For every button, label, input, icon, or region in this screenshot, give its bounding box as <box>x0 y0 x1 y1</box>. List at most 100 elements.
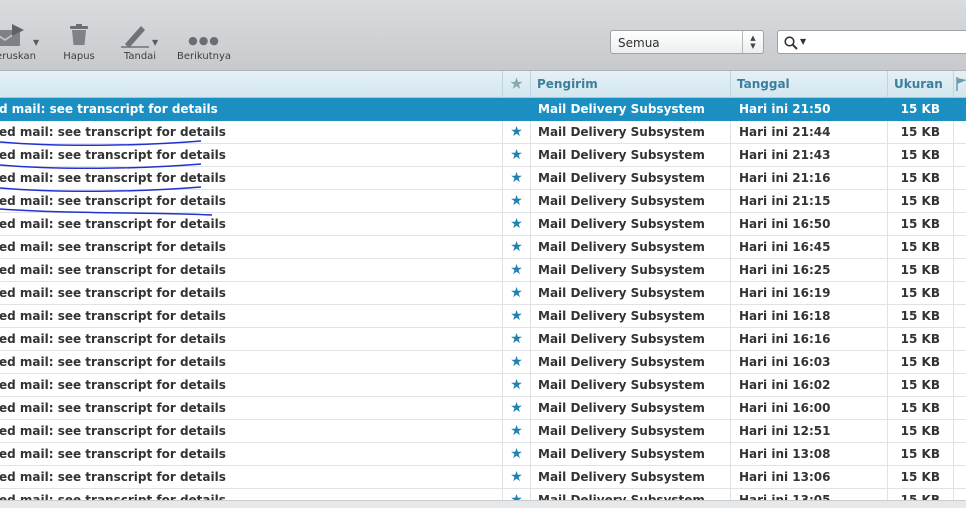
row-from: Mail Delivery Subsystem <box>530 98 730 120</box>
row-subject: ed mail: see transcript for details <box>0 217 226 231</box>
row-flag[interactable] <box>953 351 966 373</box>
table-row[interactable]: ed mail: see transcript for details ★ Mail… <box>0 167 966 190</box>
table-row[interactable]: ed mail: see transcript for details ★ Mail… <box>0 443 966 466</box>
row-date: Hari ini 16:00 <box>730 397 887 419</box>
row-flag[interactable] <box>953 282 966 304</box>
message-list-header: Pengirim Tanggal Ukuran <box>0 71 966 98</box>
filter-select[interactable]: Semua ▲ ▼ <box>610 30 764 54</box>
forward-label: eruskan <box>0 51 36 62</box>
envelope-forward-icon <box>0 24 24 46</box>
row-size: 15 KB <box>887 328 953 350</box>
forward-button[interactable]: ▼ eruskan <box>0 24 42 68</box>
row-flag[interactable] <box>953 144 966 166</box>
row-flag[interactable] <box>953 259 966 281</box>
column-size-header[interactable]: Ukuran <box>887 71 953 97</box>
star-icon[interactable]: ★ <box>502 236 530 258</box>
row-flag[interactable] <box>953 374 966 396</box>
star-icon[interactable]: ★ <box>502 121 530 143</box>
star-icon[interactable]: ★ <box>502 167 530 189</box>
star-icon[interactable]: ★ <box>502 443 530 465</box>
star-icon[interactable]: ★ <box>502 374 530 396</box>
row-from: Mail Delivery Subsystem <box>530 144 730 166</box>
star-icon[interactable]: ★ <box>502 190 530 212</box>
row-size: 15 KB <box>887 397 953 419</box>
star-icon[interactable]: ★ <box>502 466 530 488</box>
row-flag[interactable] <box>953 236 966 258</box>
row-flag[interactable] <box>953 328 966 350</box>
table-row[interactable]: ed mail: see transcript for details ★ Mail… <box>0 305 966 328</box>
star-icon[interactable]: ★ <box>502 420 530 442</box>
row-size: 15 KB <box>887 259 953 281</box>
row-size: 15 KB <box>887 351 953 373</box>
row-size: 15 KB <box>887 190 953 212</box>
search-input[interactable]: ▼ <box>777 30 966 54</box>
row-date: Hari ini 12:51 <box>730 420 887 442</box>
star-icon[interactable]: ★ <box>502 144 530 166</box>
table-row[interactable]: d mail: see transcript for details Mail D… <box>0 98 966 121</box>
trash-icon <box>70 24 88 45</box>
star-icon[interactable]: ★ <box>502 489 530 500</box>
star-icon[interactable]: ★ <box>502 259 530 281</box>
row-subject: ed mail: see transcript for details <box>0 493 226 500</box>
column-flag-header[interactable] <box>953 71 966 97</box>
row-subject: ed mail: see transcript for details <box>0 240 226 254</box>
row-subject: ed mail: see transcript for details <box>0 148 226 162</box>
row-subject: ed mail: see transcript for details <box>0 355 226 369</box>
select-arrows-icon: ▲ ▼ <box>742 31 763 53</box>
column-from-header[interactable]: Pengirim <box>530 71 730 97</box>
row-size: 15 KB <box>887 305 953 327</box>
delete-button[interactable]: Hapus <box>58 24 100 68</box>
filter-value: Semua <box>618 36 660 50</box>
table-row[interactable]: ed mail: see transcript for details ★ Mail… <box>0 328 966 351</box>
row-flag[interactable] <box>953 397 966 419</box>
star-icon[interactable]: ★ <box>502 213 530 235</box>
row-flag[interactable] <box>953 420 966 442</box>
table-row[interactable]: ed mail: see transcript for details ★ Mail… <box>0 420 966 443</box>
row-flag[interactable] <box>953 121 966 143</box>
row-date: Hari ini 13:08 <box>730 443 887 465</box>
table-row[interactable]: ed mail: see transcript for details ★ Mail… <box>0 466 966 489</box>
table-row[interactable]: ed mail: see transcript for details ★ Mail… <box>0 489 966 500</box>
row-subject: ed mail: see transcript for details <box>0 125 226 139</box>
row-flag[interactable] <box>953 98 966 120</box>
row-flag[interactable] <box>953 213 966 235</box>
table-row[interactable]: ed mail: see transcript for details ★ Mail… <box>0 259 966 282</box>
table-row[interactable]: ed mail: see transcript for details ★ Mail… <box>0 144 966 167</box>
chevron-down-icon: ▼ <box>33 38 40 47</box>
row-flag[interactable] <box>953 305 966 327</box>
table-row[interactable]: ed mail: see transcript for details ★ Mail… <box>0 236 966 259</box>
star-icon[interactable]: ★ <box>502 328 530 350</box>
row-flag[interactable] <box>953 167 966 189</box>
star-icon[interactable]: ★ <box>502 282 530 304</box>
table-row[interactable]: ed mail: see transcript for details ★ Mail… <box>0 190 966 213</box>
row-flag[interactable] <box>953 190 966 212</box>
flag-icon <box>956 77 966 91</box>
star-icon[interactable]: ★ <box>502 397 530 419</box>
toolbar: ▼ eruskan Hapus ▼ Tandai ●●● Berikutnya … <box>0 0 966 71</box>
row-from: Mail Delivery Subsystem <box>530 213 730 235</box>
more-label: Berikutnya <box>176 51 232 62</box>
column-star-header[interactable] <box>502 71 530 97</box>
table-row[interactable]: ed mail: see transcript for details ★ Mail… <box>0 282 966 305</box>
row-flag[interactable] <box>953 466 966 488</box>
column-date-header[interactable]: Tanggal <box>730 71 887 97</box>
row-flag[interactable] <box>953 489 966 500</box>
table-row[interactable]: ed mail: see transcript for details ★ Mail… <box>0 213 966 236</box>
row-size: 15 KB <box>887 443 953 465</box>
table-row[interactable]: ed mail: see transcript for details ★ Mail… <box>0 121 966 144</box>
row-subject: ed mail: see transcript for details <box>0 309 226 323</box>
row-from: Mail Delivery Subsystem <box>530 236 730 258</box>
table-row[interactable]: ed mail: see transcript for details ★ Mail… <box>0 374 966 397</box>
table-row[interactable]: ed mail: see transcript for details ★ Mail… <box>0 397 966 420</box>
star-icon[interactable] <box>502 98 530 120</box>
row-size: 15 KB <box>887 374 953 396</box>
row-flag[interactable] <box>953 443 966 465</box>
mark-button[interactable]: ▼ Tandai <box>118 24 162 68</box>
star-icon[interactable]: ★ <box>502 351 530 373</box>
column-subject-header[interactable] <box>0 71 502 97</box>
row-subject: ed mail: see transcript for details <box>0 401 226 415</box>
row-from: Mail Delivery Subsystem <box>530 121 730 143</box>
more-button[interactable]: ●●● Berikutnya <box>176 24 232 68</box>
table-row[interactable]: ed mail: see transcript for details ★ Mail… <box>0 351 966 374</box>
star-icon[interactable]: ★ <box>502 305 530 327</box>
